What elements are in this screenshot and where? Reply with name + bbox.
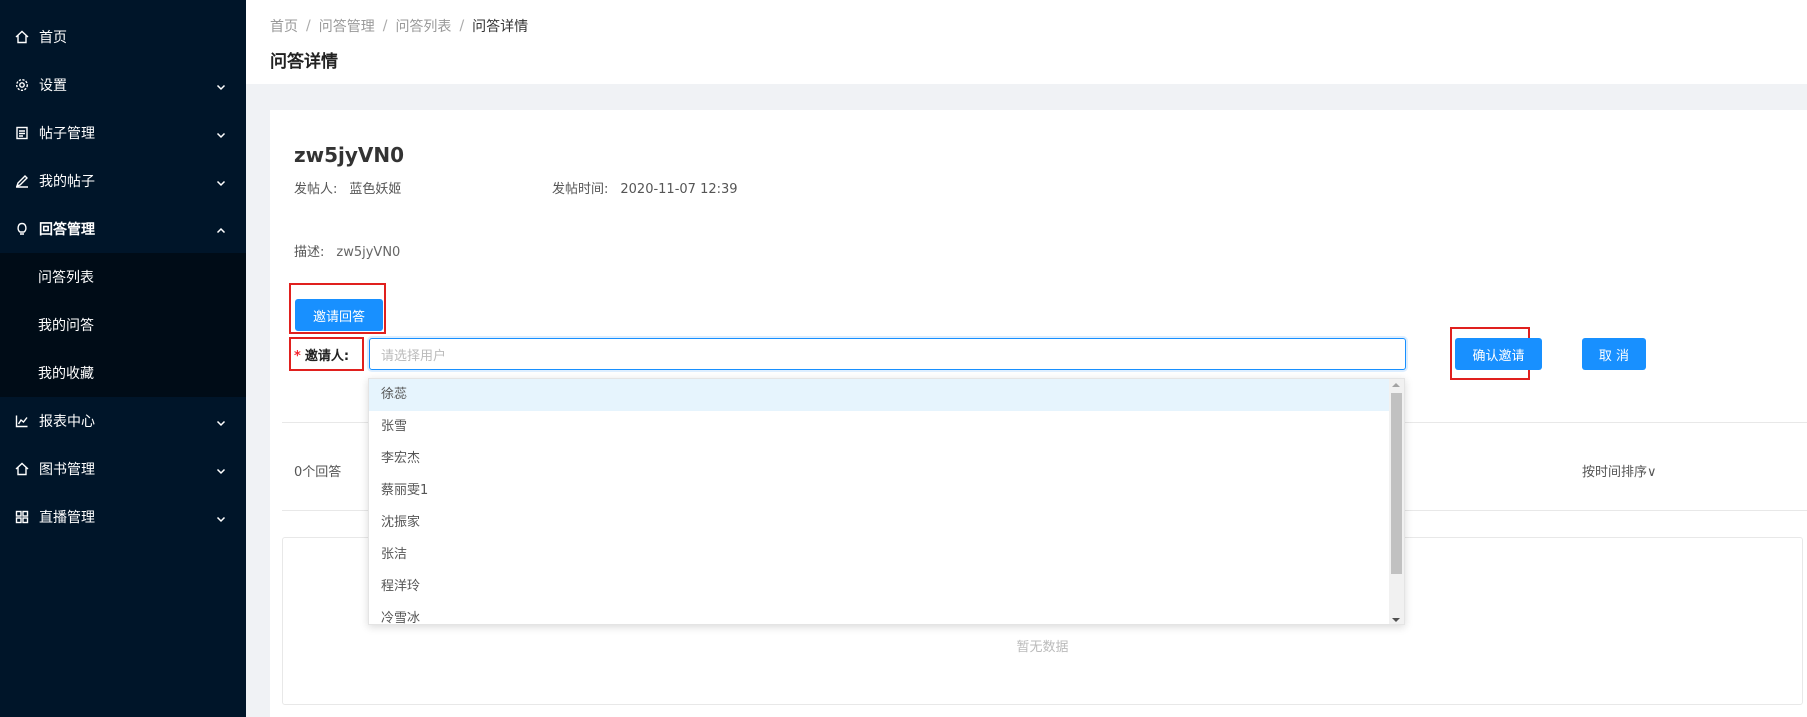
sidebar-item-label: 直播管理 [39, 510, 95, 526]
invitee-option[interactable]: 冷雪冰 [369, 603, 1390, 624]
invite-answer-button[interactable]: 邀请回答 [295, 299, 383, 331]
scroll-down-arrow-icon[interactable] [1392, 618, 1400, 622]
breadcrumb-qa-list[interactable]: 问答列表 [395, 16, 451, 36]
invitee-label: * 邀请人: [294, 345, 349, 364]
invitee-option[interactable]: 程洋玲 [369, 571, 1390, 603]
invitee-option[interactable]: 张洁 [369, 539, 1390, 571]
breadcrumb-current: 问答详情 [472, 19, 529, 35]
sidebar-item-home[interactable]: 首页 [0, 13, 246, 61]
invitee-dropdown: 徐蕊 张雪 李宏杰 蔡丽雯1 沈振家 张洁 程洋玲 冷雪冰 [368, 378, 1405, 625]
sidebar-subitem-qa-list[interactable]: 问答列表 [0, 253, 246, 301]
description-value: zw5jyVN0 [336, 245, 401, 260]
chevron-down-icon [216, 176, 226, 187]
confirm-invite-button[interactable]: 确认邀请 [1455, 338, 1542, 370]
chevron-down-icon [216, 416, 226, 427]
invitee-select[interactable]: 请选择用户 [369, 338, 1406, 370]
home-icon [14, 29, 30, 45]
sidebar-subitem-favorites[interactable]: 我的收藏 [0, 349, 246, 397]
answer-count: 0个回答 [294, 465, 342, 480]
invitee-option[interactable]: 沈振家 [369, 507, 1390, 539]
bulb-icon [14, 221, 30, 237]
invitee-option[interactable]: 张雪 [369, 411, 1390, 443]
sidebar-item-reports[interactable]: 报表中心 [0, 397, 246, 445]
sidebar-item-label: 回答管理 [39, 222, 95, 238]
sidebar-item-label: 首页 [39, 30, 67, 46]
poster-name: 蓝色妖姬 [349, 182, 402, 197]
page-title: 问答详情 [270, 52, 338, 72]
breadcrumb-home[interactable]: 首页 [270, 16, 298, 36]
sidebar-item-label: 设置 [39, 78, 67, 94]
invitee-option[interactable]: 徐蕊 [369, 379, 1390, 411]
scrollbar-thumb[interactable] [1391, 393, 1402, 574]
submenu-answers: 问答列表 我的问答 我的收藏 [0, 253, 246, 397]
breadcrumb-separator: / [382, 18, 388, 34]
empty-state-text: 暂无数据 [1016, 640, 1069, 655]
sidebar-item-label: 我的帖子 [39, 174, 95, 190]
chevron-down-icon [216, 128, 226, 139]
chevron-down-icon [216, 512, 226, 523]
page-header: 首页 / 问答管理 / 问答列表 / 问答详情 问答详情 [246, 0, 1807, 84]
gear-icon [14, 77, 30, 93]
breadcrumb-separator: / [459, 18, 465, 34]
sidebar-item-books[interactable]: 图书管理 [0, 445, 246, 493]
chevron-up-icon [216, 224, 226, 234]
scroll-up-arrow-icon[interactable] [1392, 383, 1400, 387]
breadcrumb-qa-management[interactable]: 问答管理 [319, 16, 375, 36]
edit-icon [14, 173, 30, 189]
sidebar: 首页 设置 帖子管理 我的帖子 回答管理 问答列表 我的问答 我的收藏 报表中心… [0, 0, 246, 717]
chart-icon [14, 413, 30, 429]
sidebar-item-my-posts[interactable]: 我的帖子 [0, 157, 246, 205]
description-label: 描述: [294, 245, 325, 260]
post-time-row: 发帖时间: 2020-11-07 12:39 [552, 178, 738, 197]
poster-row: 发帖人: 蓝色妖姬 [294, 178, 401, 197]
sidebar-item-label: 图书管理 [39, 462, 95, 478]
grid-icon [14, 509, 30, 525]
invitee-option[interactable]: 李宏杰 [369, 443, 1390, 475]
invitee-select-placeholder: 请选择用户 [381, 348, 447, 364]
sidebar-item-answers[interactable]: 回答管理 [0, 205, 246, 253]
breadcrumb-separator: / [306, 18, 311, 34]
sidebar-item-label: 帖子管理 [39, 126, 95, 142]
question-title: zw5jyVN0 [294, 143, 405, 167]
breadcrumb: 首页 / 问答管理 / 问答列表 / 问答详情 [270, 16, 528, 36]
sort-by-time-toggle[interactable]: 按时间排序∨ [1582, 461, 1657, 480]
chevron-down-icon [216, 80, 226, 91]
post-time-value: 2020-11-07 12:39 [620, 182, 738, 197]
sidebar-subitem-my-qa[interactable]: 我的问答 [0, 301, 246, 349]
sidebar-item-posts[interactable]: 帖子管理 [0, 109, 246, 157]
invitee-option[interactable]: 蔡丽雯1 [369, 475, 1390, 507]
chevron-down-icon [216, 464, 226, 475]
sidebar-item-settings[interactable]: 设置 [0, 61, 246, 109]
list-icon [14, 125, 30, 141]
sidebar-item-label: 报表中心 [39, 414, 95, 430]
invitee-option-list: 徐蕊 张雪 李宏杰 蔡丽雯1 沈振家 张洁 程洋玲 冷雪冰 [369, 379, 1390, 624]
poster-label: 发帖人: [294, 182, 338, 197]
required-marker: * [294, 349, 301, 364]
home-icon [14, 461, 30, 477]
dropdown-scrollbar[interactable] [1389, 379, 1404, 624]
invitee-label-text: 邀请人: [304, 349, 350, 364]
sidebar-item-live[interactable]: 直播管理 [0, 493, 246, 541]
description-row: 描述: zw5jyVN0 [294, 241, 400, 260]
post-time-label: 发帖时间: [552, 182, 609, 197]
cancel-button[interactable]: 取 消 [1582, 338, 1646, 370]
